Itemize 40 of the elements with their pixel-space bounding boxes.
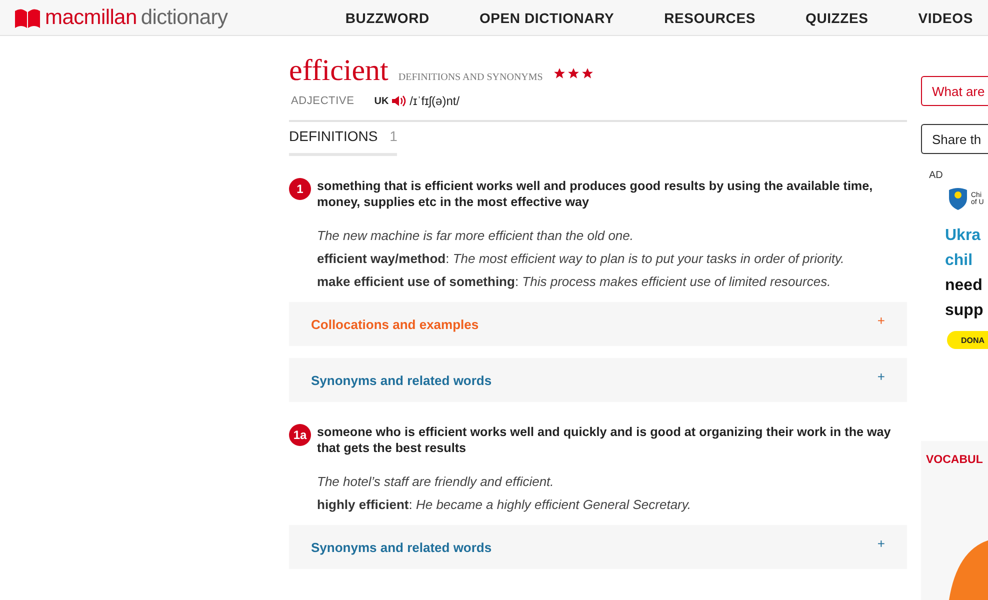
definition-text: someone who is efficient works well and quickly and is good at organizing their work in the way that gets the best results [317, 424, 892, 456]
example-sentence: make efficient use of something: This process makes efficient use of limited resources. [317, 274, 832, 290]
sidebar-button[interactable]: Share th [921, 124, 988, 154]
nav-link[interactable]: QUIZZES [806, 10, 868, 26]
example-sentence: The hotel’s staff are friendly and efficient. [317, 474, 555, 490]
curve-shape-drawing [949, 540, 988, 600]
expandable-panel[interactable]: Synonyms and related words + [289, 358, 907, 402]
example-sentence: highly efficient: He became a highly efficient General Secretary. [317, 497, 692, 513]
sense-number: 1 [289, 178, 311, 200]
ad-text: supp [945, 301, 984, 321]
entry-subtitle: DEFINITIONS AND SYNONYMS [398, 72, 543, 83]
star-icon [552, 67, 566, 80]
region-label: UK [374, 96, 389, 106]
ad-text: need [945, 276, 984, 296]
speaker-icon[interactable] [390, 95, 407, 107]
sidebar-button[interactable]: What are [921, 76, 988, 106]
example-sentence: efficient way/method: The most efficient way to plan is to put your tasks in order of priority. [317, 251, 846, 267]
part-of-speech: ADJECTIVE [291, 95, 354, 107]
sense-number: 1a [289, 424, 311, 446]
logo-text: dictionary [140, 6, 228, 30]
expandable-panel[interactable]: Synonyms and related words + [289, 525, 907, 569]
nav-link[interactable]: VIDEOS [918, 10, 973, 26]
pronunciation: /ɪˈfɪʃ(ə)nt/ [410, 94, 460, 108]
definitions-tab[interactable]: DEFINITIONS 1 [289, 128, 398, 156]
book-logo-icon [14, 6, 41, 28]
panel-title: VOCABUL [925, 453, 984, 466]
ad-headline: Ukra [945, 226, 982, 246]
definition-text: something that is efficient works well and produces good results by using the available time, money, supplies etc in the most effective way [317, 178, 874, 210]
nav-link[interactable]: BUZZWORD [345, 10, 430, 26]
example-sentence: The new machine is far more efficient than the old one. [317, 228, 635, 244]
nav-link[interactable]: OPEN DICTIONARY [479, 10, 614, 26]
donate-button[interactable]: DONA [947, 331, 988, 349]
nav-link[interactable]: RESOURCES [664, 10, 756, 26]
star-icon [580, 67, 594, 80]
ad-label: AD [929, 170, 944, 181]
ad-headline: chil [945, 251, 974, 271]
star-icon [566, 67, 580, 80]
shield-icon [948, 187, 968, 211]
headword: efficient [289, 54, 388, 88]
logo-text: macmillan [45, 6, 137, 30]
